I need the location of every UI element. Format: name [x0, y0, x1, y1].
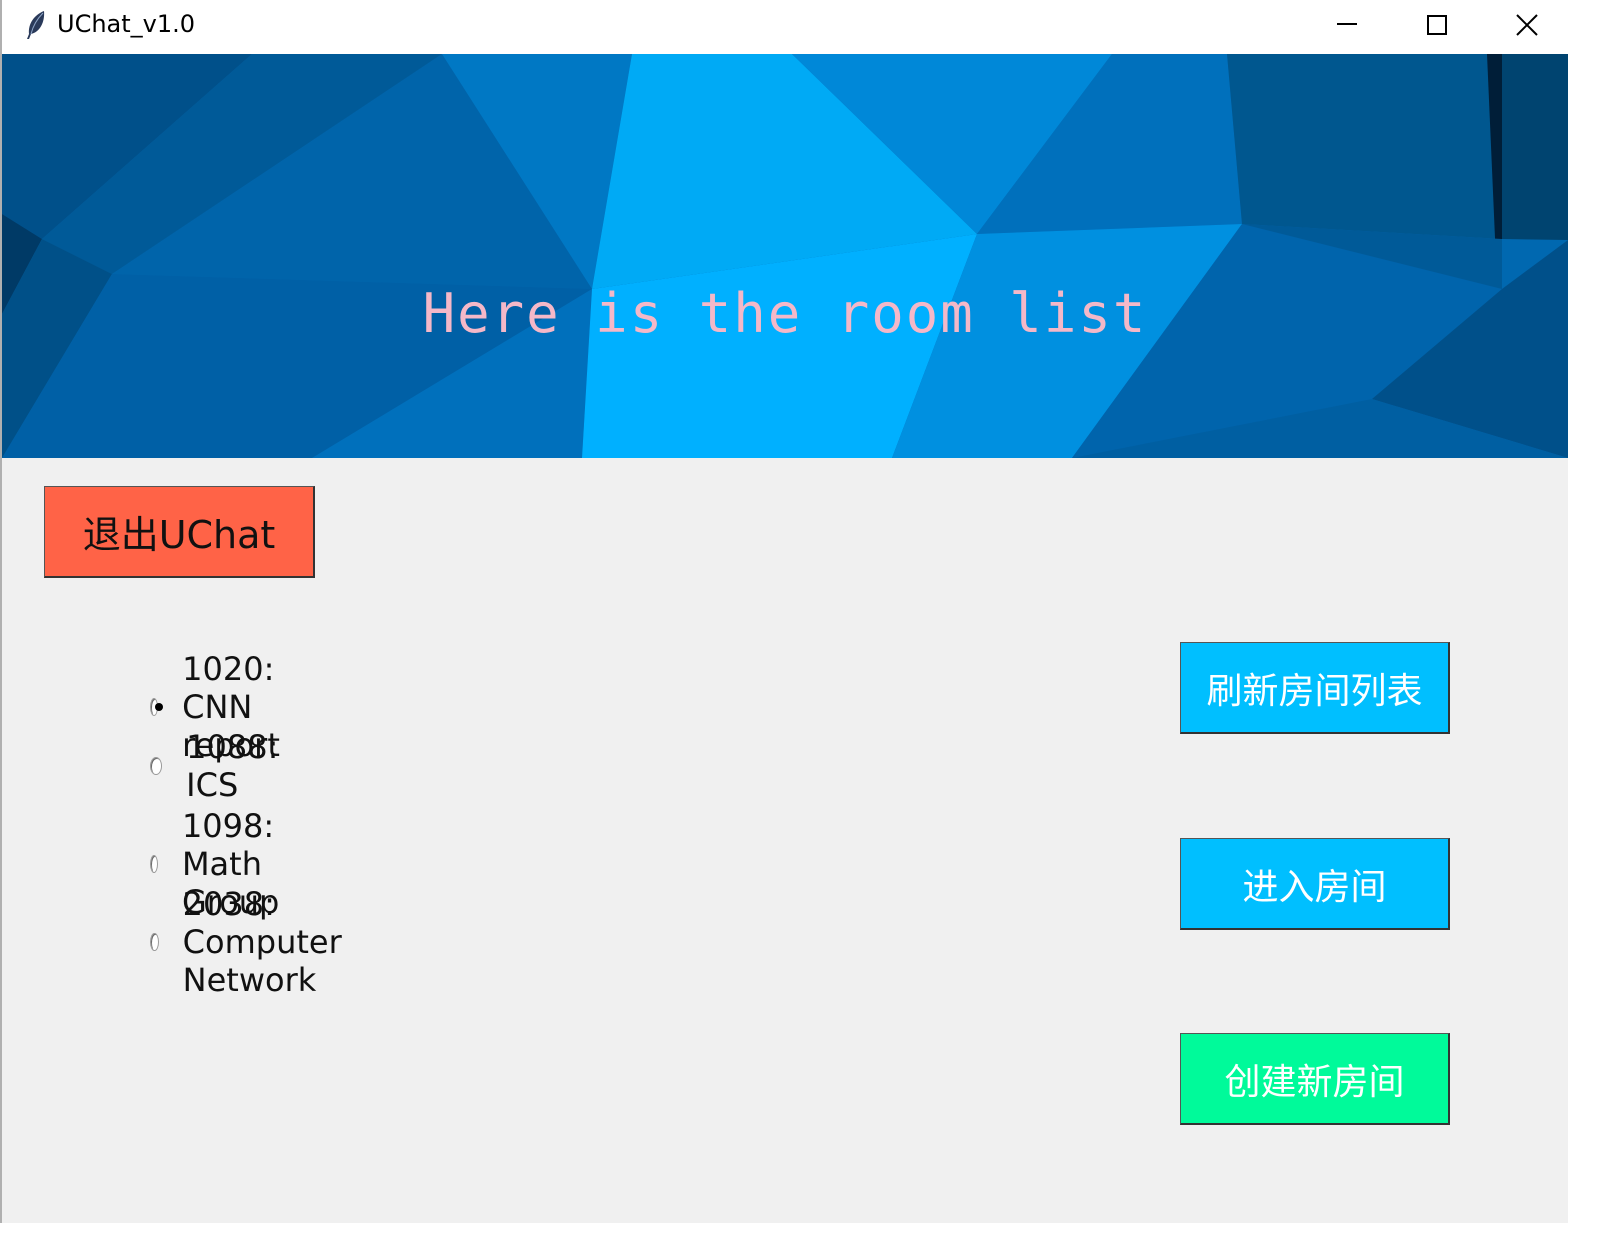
create-room-button[interactable]: 创建新房间: [1180, 1033, 1450, 1125]
room-radio-button[interactable]: [150, 757, 163, 775]
window-title: UChat_v1.0: [57, 10, 196, 38]
feather-icon: [24, 10, 48, 40]
close-icon: [1516, 14, 1538, 36]
room-label: 1088: ICS: [186, 728, 279, 804]
room-radio-button[interactable]: [150, 933, 159, 951]
close-button[interactable]: [1482, 0, 1572, 54]
exit-button[interactable]: 退出UChat: [44, 486, 315, 578]
header-banner: Here is the room list: [2, 54, 1568, 458]
maximize-button[interactable]: [1392, 0, 1482, 54]
room-option[interactable]: 1088: ICS: [150, 728, 284, 804]
refresh-room-list-button[interactable]: 刷新房间列表: [1180, 642, 1450, 734]
minimize-button[interactable]: [1302, 0, 1392, 54]
enter-room-button[interactable]: 进入房间: [1180, 838, 1450, 930]
banner-heading: Here is the room list: [422, 282, 1148, 345]
room-option[interactable]: 2038: Computer Network: [150, 885, 351, 999]
title-bar: UChat_v1.0: [2, 0, 1568, 54]
maximize-icon: [1427, 15, 1447, 35]
room-radio-button[interactable]: [150, 855, 158, 873]
app-window: UChat_v1.0 Here is the room list 退出UChat…: [0, 0, 1568, 1223]
minimize-icon: [1337, 23, 1357, 25]
polygon-background: [2, 54, 1568, 458]
room-radio-button[interactable]: [150, 698, 164, 716]
room-label: 2038: Computer Network: [182, 885, 342, 999]
